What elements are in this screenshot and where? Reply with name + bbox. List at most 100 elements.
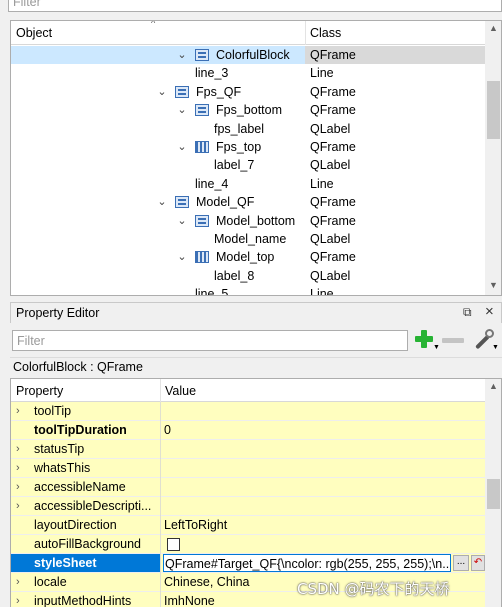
property-row[interactable]: statusTip › [11, 440, 485, 459]
property-editor-toolbar: ▼ ▼ [10, 323, 502, 357]
property-row[interactable]: layoutDirection LeftToRight [11, 516, 485, 535]
object-tree-row[interactable]: line_3 Line [11, 64, 485, 82]
close-dock-icon[interactable]: × [485, 303, 494, 320]
property-name: autoFillBackground [34, 537, 142, 551]
object-name: label_8 [214, 268, 255, 283]
chevron-right-icon[interactable]: › [16, 497, 20, 515]
object-class: QFrame [310, 84, 356, 99]
object-class: QLabel [310, 158, 351, 173]
stylesheet-value-field[interactable]: QFrame#Target_QF{\ncolor: rgb(255, 255, … [163, 554, 451, 572]
object-class: QFrame [305, 46, 485, 65]
property-value[interactable] [164, 440, 485, 458]
property-row[interactable]: whatsThis › [11, 459, 485, 478]
object-tree-row[interactable]: ⌄ Model_QF QFrame [11, 193, 485, 211]
chevron-right-icon[interactable]: › [16, 592, 20, 607]
plus-icon-stem [421, 330, 427, 348]
property-value[interactable] [164, 535, 485, 553]
property-value[interactable] [164, 478, 485, 496]
object-name: Fps_QF [196, 84, 242, 99]
property-row[interactable]: accessibleDescripti... › [11, 497, 485, 516]
object-tree-row[interactable]: ⌄ Model_top QFrame [11, 248, 485, 266]
cell-divider [160, 459, 161, 478]
column-divider[interactable] [305, 21, 306, 45]
object-tree-row[interactable]: ⌄ Fps_top QFrame [11, 138, 485, 156]
scrollbar-thumb[interactable] [487, 81, 500, 139]
object-name: line_4 [195, 176, 229, 191]
object-name: label_7 [214, 158, 255, 173]
property-value[interactable] [164, 459, 485, 477]
object-tree-row[interactable]: fps_label QLabel [11, 120, 485, 138]
chevron-right-icon[interactable]: › [16, 478, 20, 496]
autofill-checkbox[interactable] [167, 538, 180, 551]
configure-property-editor-button[interactable]: ▼ [472, 328, 499, 354]
property-row[interactable]: toolTipDuration 0 [11, 421, 485, 440]
property-table-scrollbar[interactable]: ▲ [485, 379, 501, 607]
cell-divider [160, 573, 161, 592]
object-name: Model_QF [196, 195, 255, 210]
property-row[interactable]: styleSheet QFrame#Target_QF{\ncolor: rgb(… [11, 554, 485, 573]
object-class-text: ColorfulBlock : QFrame [13, 360, 143, 374]
column-header-class[interactable]: Class [310, 26, 341, 40]
float-dock-icon[interactable]: ⧉ [463, 305, 472, 320]
property-value[interactable]: LeftToRight [164, 516, 485, 534]
chevron-down-icon[interactable]: ⌄ [176, 212, 188, 230]
object-class: Line [310, 66, 334, 81]
property-value[interactable] [164, 402, 485, 420]
property-name: layoutDirection [34, 518, 117, 532]
object-name: line_3 [195, 66, 229, 81]
column-header-object[interactable]: Object [16, 26, 52, 40]
chevron-right-icon[interactable]: › [16, 573, 20, 591]
scrollbar-thumb[interactable] [487, 479, 500, 509]
chevron-down-icon[interactable]: ⌄ [156, 83, 168, 101]
chevron-down-icon[interactable]: ⌄ [176, 46, 188, 64]
object-tree-row[interactable]: label_7 QLabel [11, 156, 485, 174]
stylesheet-editor[interactable]: QFrame#Target_QF{\ncolor: rgb(255, 255, … [163, 554, 485, 572]
property-table-header: Property Value [11, 379, 485, 402]
chevron-down-icon[interactable]: ⌄ [156, 193, 168, 211]
column-header-property[interactable]: Property [16, 384, 63, 398]
object-tree-scrollbar[interactable]: ▲ ▼ [485, 21, 501, 295]
object-inspector-filter[interactable]: Filter [8, 0, 502, 12]
column-header-value[interactable]: Value [165, 384, 196, 398]
chevron-down-icon[interactable]: ⌄ [176, 138, 188, 156]
property-editor-title: Property Editor [16, 306, 100, 320]
chevron-down-icon[interactable]: ⌄ [176, 101, 188, 119]
object-tree-row[interactable]: ⌄ Model_bottom QFrame [11, 212, 485, 230]
add-dynamic-property-button[interactable]: ▼ [413, 328, 440, 354]
remove-dynamic-property-button[interactable] [442, 338, 464, 343]
chevron-right-icon[interactable]: › [16, 440, 20, 458]
scroll-up-icon[interactable]: ▲ [485, 381, 501, 391]
property-value[interactable]: 0 [164, 421, 485, 439]
object-name: line_5 [195, 287, 229, 296]
column-divider[interactable] [160, 379, 161, 402]
property-name: accessibleName [34, 480, 126, 494]
property-value[interactable] [164, 497, 485, 515]
chevron-right-icon[interactable]: › [16, 459, 20, 477]
property-row[interactable]: accessibleName › [11, 478, 485, 497]
object-tree-row[interactable]: line_5 Line [11, 285, 485, 296]
chevron-down-icon[interactable]: ⌄ [176, 248, 188, 266]
scroll-down-icon[interactable]: ▼ [485, 280, 501, 290]
edit-stylesheet-button[interactable]: ... [453, 555, 469, 571]
scroll-up-icon[interactable]: ▲ [485, 23, 501, 33]
reset-property-icon[interactable]: ↶ [471, 555, 485, 571]
property-table[interactable]: Property Value toolTip › toolTipDuration 0 s… [10, 378, 502, 607]
cell-divider [160, 535, 161, 554]
object-class: QFrame [310, 213, 356, 228]
object-tree-row[interactable]: ⌄ ColorfulBlock QFrame [11, 46, 485, 65]
chevron-right-icon[interactable]: › [16, 402, 20, 420]
object-tree-row[interactable]: ⌄ Fps_QF QFrame [11, 83, 485, 101]
object-class: Line [310, 287, 334, 296]
object-tree-row[interactable]: label_8 QLabel [11, 267, 485, 285]
object-name: Model_bottom [216, 213, 296, 228]
object-inspector-tree[interactable]: Object ^ Class ⌄ ColorfulBlock QFrame line_… [10, 20, 502, 296]
object-tree-row[interactable]: Model_name QLabel [11, 230, 485, 248]
property-filter-input[interactable] [13, 331, 407, 350]
property-row[interactable]: toolTip › [11, 402, 485, 421]
property-row[interactable]: autoFillBackground [11, 535, 485, 554]
dropdown-arrow-icon: ▼ [492, 344, 499, 351]
property-name: whatsThis [34, 461, 91, 475]
property-filter-field[interactable] [12, 330, 408, 351]
object-tree-row[interactable]: line_4 Line [11, 175, 485, 193]
object-tree-row[interactable]: ⌄ Fps_bottom QFrame [11, 101, 485, 119]
